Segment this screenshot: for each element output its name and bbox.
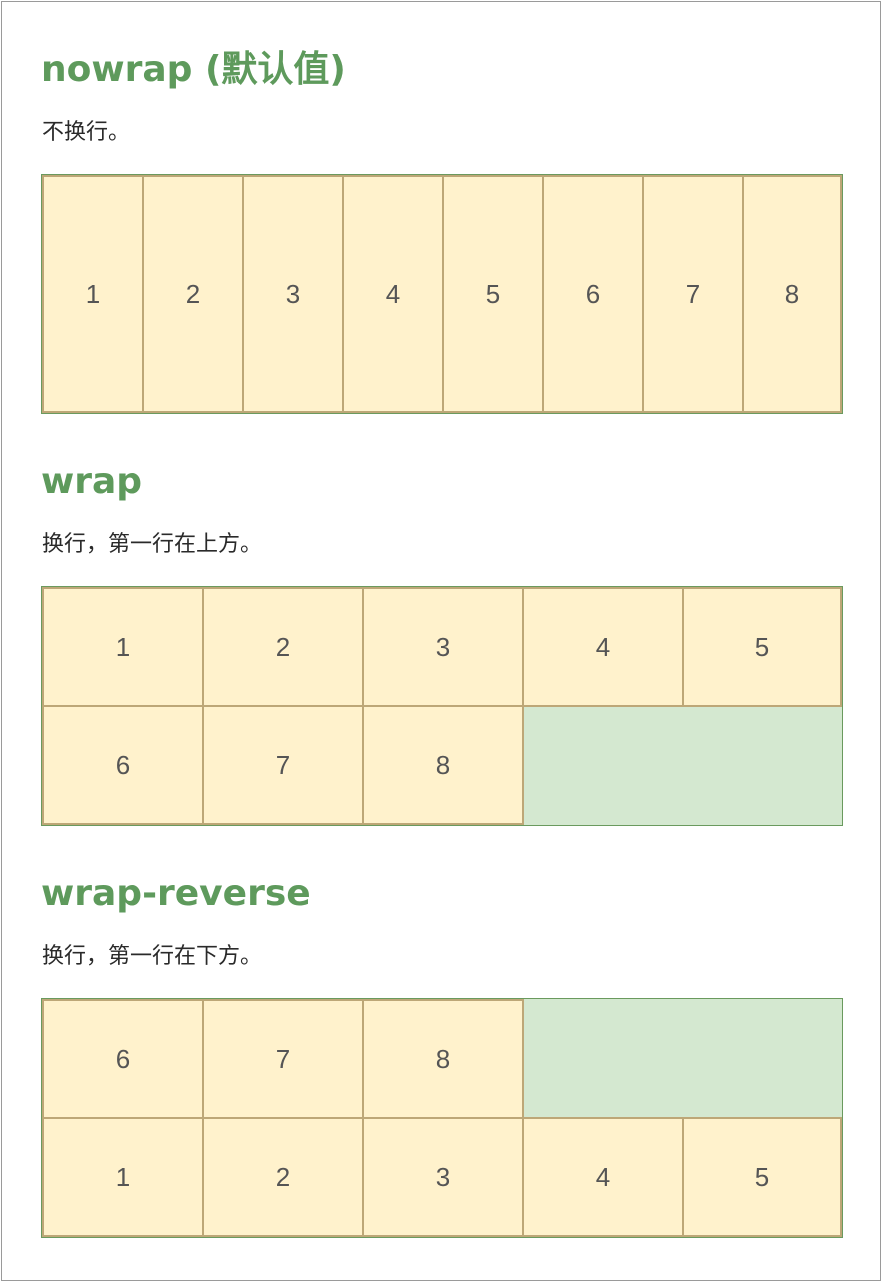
flex-item: 2 — [142, 175, 244, 413]
section-title: wrap — [41, 461, 143, 502]
flex-item: 3 — [362, 587, 524, 707]
flex-item: 8 — [742, 175, 842, 413]
section-description: 换行，第一行在上方。 — [42, 532, 263, 557]
flex-container-wrap-reverse: 6 7 8 1 2 3 4 5 — [41, 998, 843, 1238]
flex-container-nowrap: 1 2 3 4 5 6 7 8 — [41, 174, 843, 414]
flex-item: 7 — [642, 175, 744, 413]
section-description: 换行，第一行在下方。 — [42, 944, 263, 969]
section-title: wrap-reverse — [41, 873, 311, 914]
flex-item: 2 — [202, 587, 364, 707]
section-wrap-reverse: wrap-reverse 换行，第一行在下方。 6 7 8 1 2 3 4 5 — [41, 872, 843, 1242]
section-nowrap: nowrap (默认值) 不换行。 1 2 3 4 5 6 7 8 — [41, 48, 843, 418]
flex-item: 7 — [202, 705, 364, 825]
flex-item: 1 — [42, 1117, 204, 1237]
section-description: 不换行。 — [42, 120, 131, 145]
flex-item: 4 — [522, 1117, 684, 1237]
flex-item: 2 — [202, 1117, 364, 1237]
flex-item: 6 — [42, 999, 204, 1119]
section-title: nowrap (默认值) — [41, 49, 346, 90]
flex-container-wrap: 1 2 3 4 5 6 7 8 — [41, 586, 843, 826]
flex-item: 1 — [42, 175, 144, 413]
flex-item: 6 — [42, 705, 204, 825]
flex-item: 3 — [362, 1117, 524, 1237]
flex-item: 5 — [442, 175, 544, 413]
flex-item: 6 — [542, 175, 644, 413]
flex-item: 7 — [202, 999, 364, 1119]
flex-item: 8 — [362, 705, 524, 825]
flex-item: 5 — [682, 587, 842, 707]
flex-item: 8 — [362, 999, 524, 1119]
section-wrap: wrap 换行，第一行在上方。 1 2 3 4 5 6 7 8 — [41, 460, 843, 830]
flex-item: 4 — [522, 587, 684, 707]
flex-item: 1 — [42, 587, 204, 707]
flex-item: 5 — [682, 1117, 842, 1237]
flex-item: 3 — [242, 175, 344, 413]
flex-item: 4 — [342, 175, 444, 413]
